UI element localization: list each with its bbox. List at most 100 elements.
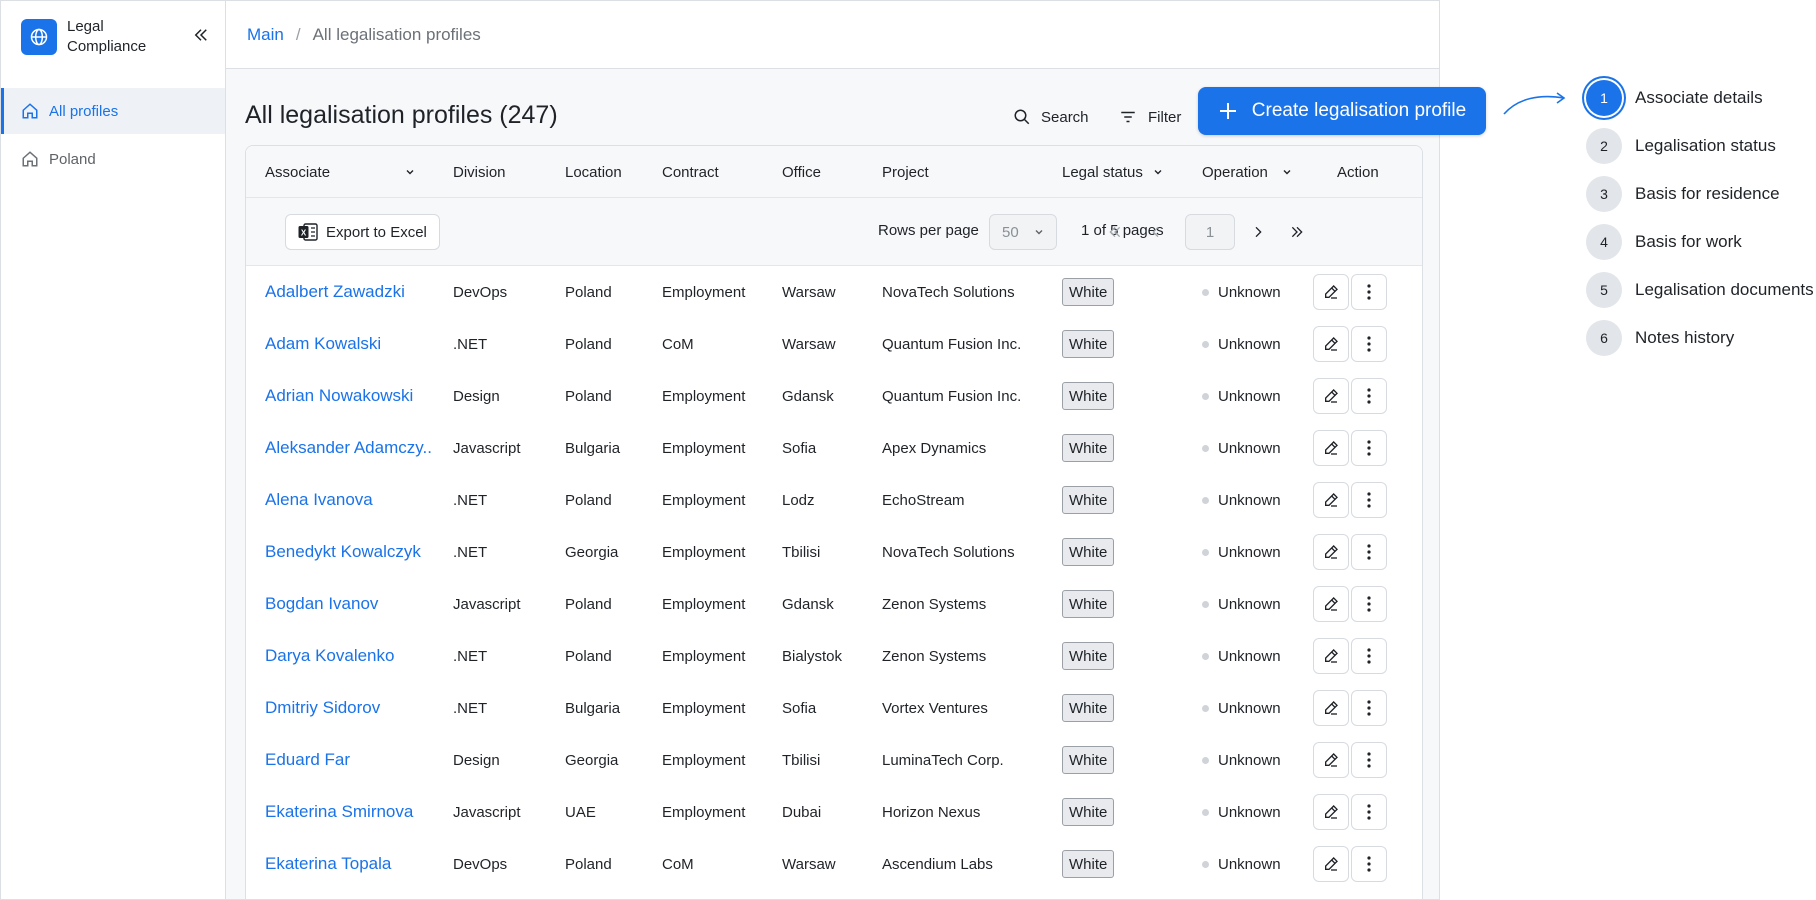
previous-page-icon[interactable]: [1144, 220, 1168, 244]
table-row: Alena Ivanova .NET Poland Employment Lodz Ech…: [246, 474, 1422, 526]
create-legalisation-profile-button[interactable]: Create legalisation profile: [1198, 87, 1486, 135]
more-vertical-icon: [1367, 596, 1371, 612]
more-options-button[interactable]: [1351, 326, 1387, 362]
associate-name-link[interactable]: Ekaterina Topala: [265, 838, 435, 890]
rows-per-page-select[interactable]: 50: [989, 214, 1057, 250]
more-options-button[interactable]: [1351, 430, 1387, 466]
more-options-button[interactable]: [1351, 534, 1387, 570]
arrow-icon: [1503, 92, 1566, 115]
associate-name-link[interactable]: Dmitriy Sidorov: [265, 682, 435, 734]
column-header-operation[interactable]: Operation: [1202, 146, 1292, 198]
collapse-sidebar-icon[interactable]: [189, 23, 213, 47]
search-button[interactable]: Search: [1013, 105, 1089, 129]
more-options-button[interactable]: [1351, 846, 1387, 882]
more-options-button[interactable]: [1351, 586, 1387, 622]
step-4[interactable]: 4 Basis for work: [1586, 224, 1742, 260]
column-header-office: Office: [782, 163, 821, 181]
division-cell: Javascript: [453, 803, 521, 821]
operation-status: Unknown: [1202, 856, 1281, 873]
associate-name-link[interactable]: Darya Kovalenko: [265, 630, 435, 682]
export-to-excel-button[interactable]: X Export to Excel: [285, 214, 440, 250]
contract-cell: Employment: [662, 283, 746, 301]
division-cell: Javascript: [453, 439, 521, 457]
associate-name-link[interactable]: Adam Kowalski: [265, 318, 435, 370]
division-cell: Design: [453, 387, 500, 405]
edit-button[interactable]: [1313, 794, 1349, 830]
next-page-icon[interactable]: [1246, 220, 1270, 244]
associate-name-link[interactable]: Aleksander Adamczy..: [265, 422, 435, 474]
more-options-button[interactable]: [1351, 482, 1387, 518]
contract-cell: Employment: [662, 647, 746, 665]
edit-button[interactable]: [1313, 534, 1349, 570]
edit-button[interactable]: [1313, 274, 1349, 310]
associate-name-link[interactable]: Adalbert Zawadzki: [265, 266, 435, 318]
associate-name-link[interactable]: Alena Ivanova: [265, 474, 435, 526]
edit-button[interactable]: [1313, 482, 1349, 518]
svg-text:X: X: [301, 228, 307, 237]
step-3[interactable]: 3 Basis for residence: [1586, 176, 1780, 212]
step-2[interactable]: 2 Legalisation status: [1586, 128, 1776, 164]
breadcrumb-separator: /: [295, 24, 301, 44]
first-page-icon[interactable]: [1103, 220, 1127, 244]
step-6[interactable]: 6 Notes history: [1586, 320, 1734, 356]
more-vertical-icon: [1367, 804, 1371, 820]
pencil-icon: [1325, 597, 1338, 611]
sidebar-item-all-profiles[interactable]: All profiles: [1, 88, 225, 134]
more-vertical-icon: [1367, 440, 1371, 456]
breadcrumb-main-link[interactable]: Main: [247, 25, 284, 45]
associate-name-link[interactable]: Adrian Nowakowski: [265, 370, 435, 422]
edit-button[interactable]: [1313, 638, 1349, 674]
column-header-legal-status[interactable]: Legal status: [1062, 146, 1163, 198]
brand: Legal Compliance: [21, 17, 167, 57]
sidebar-item-poland[interactable]: Poland: [1, 136, 225, 182]
operation-cell: Unknown: [1202, 630, 1281, 682]
pencil-icon: [1325, 857, 1338, 871]
associate-name-link[interactable]: Benedykt Kowalczyk: [265, 526, 435, 578]
operation-status: Unknown: [1202, 700, 1281, 717]
operation-cell: Unknown: [1202, 578, 1281, 630]
status-dot-icon: [1202, 496, 1209, 504]
more-options-button[interactable]: [1351, 274, 1387, 310]
filter-button[interactable]: Filter: [1118, 105, 1181, 129]
edit-button[interactable]: [1313, 742, 1349, 778]
step-1[interactable]: 1 Associate details: [1586, 80, 1763, 116]
associate-name-link[interactable]: Ekaterina Smirnova: [265, 786, 435, 838]
associate-name-link[interactable]: Eduard Far: [265, 734, 435, 786]
contract-cell: CoM: [662, 335, 694, 353]
division-cell: .NET: [453, 699, 488, 717]
column-header-associate[interactable]: Associate: [265, 146, 415, 198]
edit-button[interactable]: [1313, 586, 1349, 622]
pencil-icon: [1325, 337, 1338, 351]
more-vertical-icon: [1367, 856, 1371, 872]
export-label: Export to Excel: [326, 223, 427, 241]
edit-button[interactable]: [1313, 846, 1349, 882]
step-label: Basis for residence: [1635, 184, 1780, 203]
operation-status: Unknown: [1202, 336, 1281, 353]
more-options-button[interactable]: [1351, 742, 1387, 778]
edit-button[interactable]: [1313, 690, 1349, 726]
edit-button[interactable]: [1313, 378, 1349, 414]
more-options-button[interactable]: [1351, 794, 1387, 830]
division-cell: Javascript: [453, 595, 521, 613]
page-number-input[interactable]: [1185, 214, 1235, 250]
step-5[interactable]: 5 Legalisation documents: [1586, 272, 1814, 308]
more-options-button[interactable]: [1351, 638, 1387, 674]
legal-status-cell: White: [1062, 422, 1115, 474]
location-cell: Poland: [565, 283, 612, 301]
operation-cell: Unknown: [1202, 474, 1281, 526]
last-page-icon[interactable]: [1285, 220, 1309, 244]
operation-cell: Unknown: [1202, 786, 1281, 838]
legal-status-cell: White: [1062, 266, 1115, 318]
edit-button[interactable]: [1313, 430, 1349, 466]
more-options-button[interactable]: [1351, 378, 1387, 414]
contract-cell: Employment: [662, 699, 746, 717]
edit-button[interactable]: [1313, 326, 1349, 362]
more-options-button[interactable]: [1351, 690, 1387, 726]
step-label: Legalisation documents: [1635, 280, 1814, 299]
office-cell: Warsaw: [782, 335, 836, 353]
office-cell: Tbilisi: [782, 751, 821, 769]
associate-name-link[interactable]: Bogdan Ivanov: [265, 578, 435, 630]
column-header-action: Action: [1337, 163, 1379, 181]
division-cell: .NET: [453, 335, 488, 353]
legal-status-cell: White: [1062, 318, 1115, 370]
